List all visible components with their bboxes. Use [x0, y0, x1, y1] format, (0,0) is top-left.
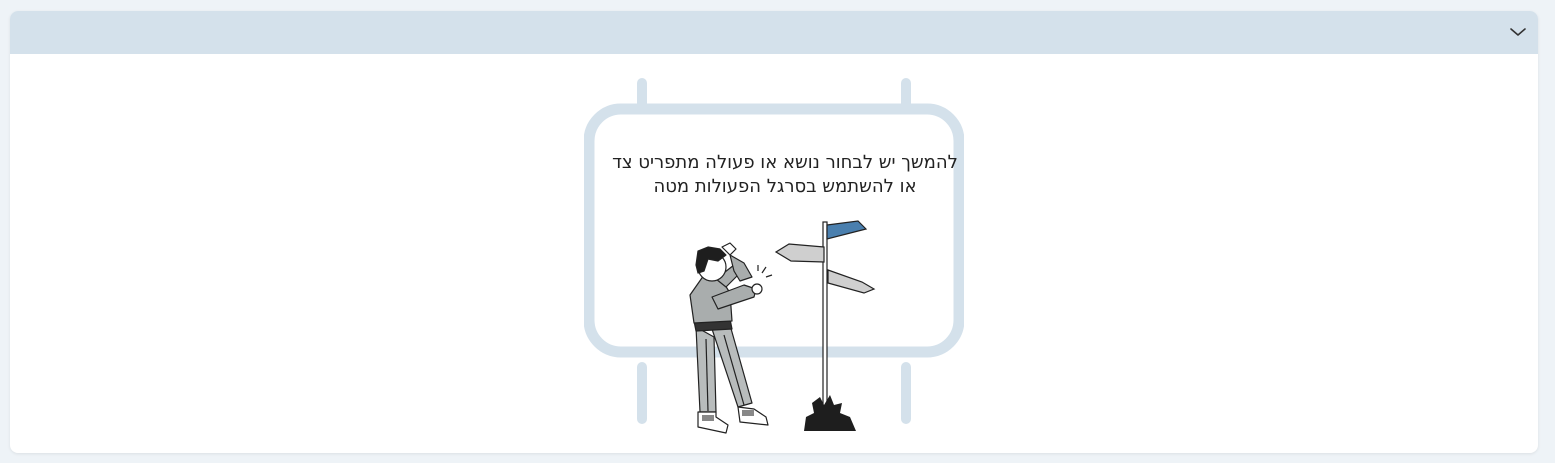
signpost-icon	[774, 220, 876, 431]
signpost-illustration	[584, 78, 964, 434]
empty-state-panel: להמשך יש לבחור נושא או פעולה מתפריט צד א…	[10, 11, 1538, 453]
billboard-frame	[584, 78, 964, 424]
empty-state-line-2: או להשתמש בסרגל הפעולות מטה	[653, 176, 917, 197]
panel-body: להמשך יש לבחור נושא או פעולה מתפריט צד א…	[10, 54, 1538, 453]
chevron-down-icon	[1510, 28, 1526, 36]
empty-state-line-1: להמשך יש לבחור נושא או פעולה מתפריט צד	[612, 152, 958, 173]
collapse-toggle-button[interactable]	[1506, 20, 1530, 44]
panel-header	[10, 11, 1538, 54]
person-icon	[689, 242, 773, 434]
empty-state-message: להמשך יש לבחור נושא או פעולה מתפריט צד א…	[606, 151, 964, 199]
